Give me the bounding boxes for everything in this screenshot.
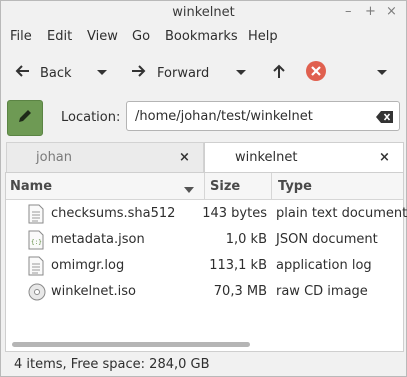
column-header-type[interactable]: Type [272, 173, 403, 199]
toolbar-menu-dropdown[interactable] [376, 53, 388, 93]
arrow-up-icon [271, 62, 287, 84]
arrow-left-icon [13, 63, 31, 83]
location-input[interactable]: /home/johan/test/winkelnet [126, 101, 400, 131]
clear-icon[interactable] [376, 111, 393, 127]
file-size: 70,3 MB [213, 284, 267, 299]
text-file-icon [28, 204, 44, 228]
location-path: /home/johan/test/winkelnet [135, 109, 313, 124]
menu-edit[interactable]: Edit [47, 29, 72, 44]
chevron-down-icon [96, 66, 108, 81]
svg-text:{:}: {:} [31, 239, 42, 246]
file-type: application log [276, 258, 372, 273]
menu-view[interactable]: View [87, 29, 118, 44]
back-history-dropdown[interactable] [96, 53, 108, 93]
tab-bar: johan × winkelnet × [1, 142, 406, 172]
pencil-icon [17, 108, 33, 128]
log-file-icon [28, 256, 44, 280]
menu-help[interactable]: Help [248, 29, 278, 44]
stop-icon [306, 61, 326, 85]
forward-history-dropdown[interactable] [235, 53, 247, 93]
title-bar[interactable]: winkelnet – + × [1, 1, 406, 25]
tab-label: winkelnet [235, 150, 298, 165]
column-type-label: Type [278, 179, 312, 194]
forward-button[interactable]: Forward [130, 53, 209, 93]
file-manager-window: winkelnet – + × File Edit View Go Bookma… [0, 0, 407, 377]
file-size: 143 bytes [202, 206, 267, 221]
maximize-button[interactable]: + [365, 5, 376, 19]
file-name: metadata.json [51, 232, 145, 247]
close-button[interactable]: × [386, 5, 397, 19]
file-row[interactable]: checksums.sha512 143 bytes plain text do… [6, 201, 407, 228]
toolbar: Back Forward [1, 53, 406, 93]
status-bar: 4 items, Free space: 284,0 GB [1, 353, 406, 376]
disc-image-icon [28, 282, 46, 306]
file-type: plain text document [276, 206, 407, 221]
file-name: winkelnet.iso [51, 284, 136, 299]
back-label: Back [40, 65, 72, 81]
file-size: 113,1 kB [209, 258, 267, 273]
menu-go[interactable]: Go [132, 29, 150, 44]
stop-button[interactable] [306, 53, 326, 93]
file-row[interactable]: {:} metadata.json 1,0 kB JSON document [6, 227, 403, 253]
file-name: checksums.sha512 [51, 206, 176, 221]
column-header-size[interactable]: Size [205, 173, 272, 199]
location-bar: Location: /home/johan/test/winkelnet [1, 97, 406, 137]
column-header-name[interactable]: Name [6, 173, 205, 199]
file-row[interactable]: winkelnet.iso 70,3 MB raw CD image [6, 279, 403, 305]
tab-winkelnet[interactable]: winkelnet × [204, 142, 404, 172]
sort-descending-icon [184, 183, 194, 198]
file-name: omimgr.log [51, 258, 125, 273]
chevron-down-icon [376, 66, 388, 81]
chevron-down-icon [235, 66, 247, 81]
file-size: 1,0 kB [225, 232, 267, 247]
forward-label: Forward [157, 65, 210, 81]
close-tab-icon[interactable]: × [379, 150, 390, 165]
location-label: Location: [61, 110, 121, 125]
status-text: 4 items, Free space: 284,0 GB [14, 357, 210, 372]
column-name-label: Name [10, 179, 53, 194]
close-tab-icon[interactable]: × [179, 150, 190, 165]
file-type: JSON document [276, 232, 378, 247]
up-button[interactable] [271, 53, 287, 93]
arrow-right-icon [130, 63, 148, 83]
back-button[interactable]: Back [13, 53, 72, 93]
tab-johan[interactable]: johan × [6, 142, 204, 172]
file-list-view[interactable]: Name Size Type checksums.sha512 143 byte… [5, 172, 407, 352]
tab-label: johan [36, 150, 73, 165]
toggle-location-edit-button[interactable] [7, 100, 43, 136]
file-type: raw CD image [276, 284, 368, 299]
minimize-button[interactable]: – [345, 5, 352, 19]
menu-bar: File Edit View Go Bookmarks Help [1, 25, 406, 49]
column-size-label: Size [210, 179, 241, 194]
menu-bookmarks[interactable]: Bookmarks [165, 29, 238, 44]
horizontal-scrollbar[interactable] [12, 342, 250, 347]
menu-file[interactable]: File [10, 29, 32, 44]
column-header-row: Name Size Type [6, 173, 403, 200]
file-row[interactable]: omimgr.log 113,1 kB application log [6, 253, 403, 279]
json-file-icon: {:} [28, 230, 44, 254]
